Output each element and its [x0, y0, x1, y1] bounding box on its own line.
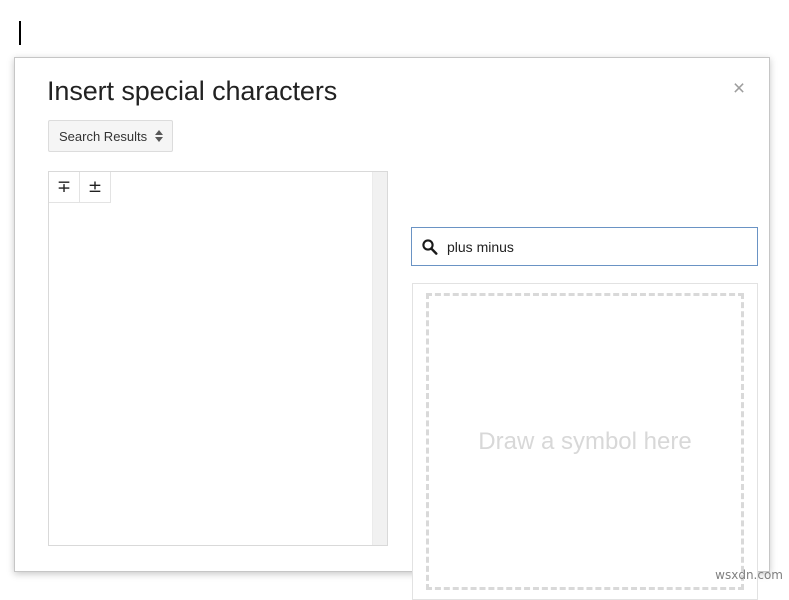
search-input-value: plus minus — [447, 239, 514, 255]
draw-canvas[interactable]: Draw a symbol here — [426, 293, 744, 590]
insert-special-characters-dialog: Insert special characters × Search Resul… — [14, 57, 770, 572]
search-icon — [421, 238, 438, 255]
page-title: Insert special characters — [47, 76, 337, 107]
close-icon[interactable]: × — [725, 74, 753, 102]
chevron-updown-icon — [155, 130, 163, 142]
category-select[interactable]: Search Results — [48, 120, 173, 152]
search-results-panel: ∓ ± — [48, 171, 388, 546]
watermark: wsxdn.com — [715, 568, 783, 582]
draw-symbol-panel: Draw a symbol here — [412, 283, 758, 600]
draw-canvas-placeholder: Draw a symbol here — [478, 428, 691, 456]
character-cell[interactable]: ± — [80, 172, 111, 203]
category-select-label: Search Results — [59, 129, 147, 144]
character-cell[interactable]: ∓ — [49, 172, 80, 203]
document-text-caret — [19, 21, 21, 45]
results-scrollbar[interactable] — [372, 172, 387, 545]
character-grid: ∓ ± — [49, 172, 387, 203]
search-input[interactable]: plus minus — [411, 227, 758, 266]
